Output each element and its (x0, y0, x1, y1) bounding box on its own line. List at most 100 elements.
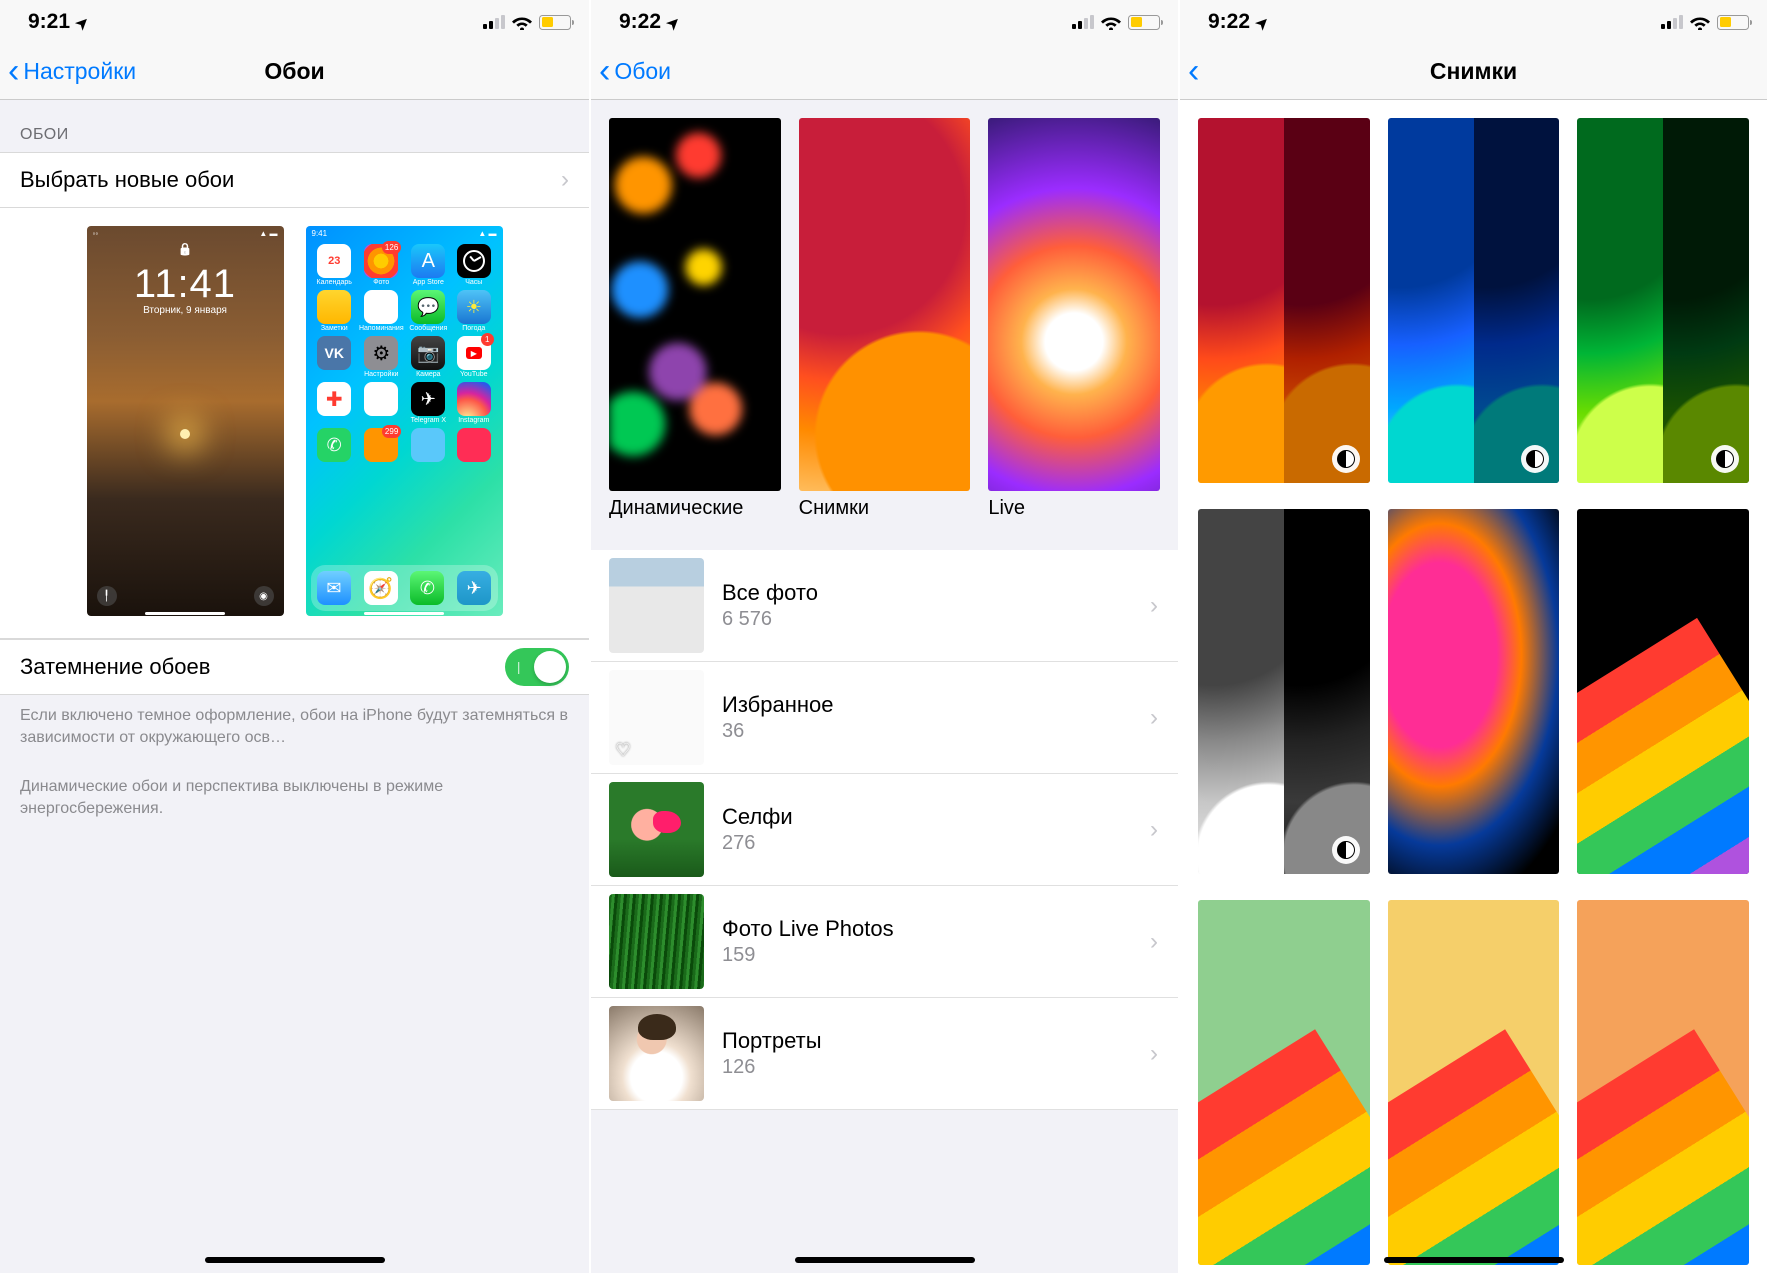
chevron-right-icon: › (1150, 928, 1158, 956)
battery-icon (539, 15, 571, 30)
album-thumb (609, 670, 704, 765)
album-count: 36 (722, 720, 834, 743)
dim-toggle[interactable]: | (505, 648, 569, 686)
category-dynamic[interactable]: Динамические (609, 118, 781, 520)
chevron-left-icon: ‹ (1188, 63, 1199, 80)
status-bar: 9:22 (1180, 0, 1767, 44)
album-live-photos[interactable]: Фото Live Photos 159 › (591, 886, 1178, 998)
chevron-left-icon: ‹ (599, 63, 610, 80)
lock-date: Вторник, 9 января (87, 305, 284, 316)
album-selfies[interactable]: Селфи 276 › (591, 774, 1178, 886)
chevron-right-icon: › (561, 166, 569, 194)
nav-bar: ‹ Обои (591, 44, 1178, 100)
album-title: Фото Live Photos (722, 916, 894, 942)
battery-icon (1128, 15, 1160, 30)
scroll-content[interactable]: ОБОИ Выбрать новые обои › ◦◦▲ ▬ 11:41 Вт… (0, 100, 589, 1273)
album-all-photos[interactable]: Все фото 6 576 › (591, 550, 1178, 662)
category-thumb (988, 118, 1160, 491)
settings-wallpaper-screen: 9:21 ‹ Настройки Обои ОБОИ Выбрать новые… (0, 0, 589, 1273)
home-indicator[interactable] (205, 1257, 385, 1263)
chevron-right-icon: › (1150, 816, 1158, 844)
location-icon (1256, 10, 1269, 34)
wallpaper-item[interactable] (1577, 509, 1749, 874)
chevron-right-icon: › (1150, 592, 1158, 620)
lockscreen-preview[interactable]: ◦◦▲ ▬ 11:41 Вторник, 9 января ╿ ◉ (87, 226, 284, 616)
lock-time: 11:41 (87, 262, 284, 307)
back-button[interactable]: ‹ (1180, 63, 1201, 80)
home-indicator[interactable] (1384, 1257, 1564, 1263)
homescreen-preview[interactable]: 9:41▲ ▬ 23Календарь 126Фото AApp Store Ч… (306, 226, 503, 616)
back-button[interactable]: ‹ Обои (591, 58, 671, 85)
album-count: 126 (722, 1056, 822, 1079)
category-live[interactable]: Live (988, 118, 1160, 520)
album-count: 6 576 (722, 608, 818, 631)
location-icon (667, 10, 680, 34)
status-time: 9:21 (28, 10, 70, 34)
album-title: Портреты (722, 1028, 822, 1054)
dim-wallpaper-row: Затемнение обоев | (0, 639, 589, 695)
album-thumb (609, 558, 704, 653)
chevron-right-icon: › (1150, 704, 1158, 732)
category-label: Динамические (609, 497, 781, 520)
album-count: 159 (722, 944, 894, 967)
cell-label: Затемнение обоев (20, 654, 210, 680)
back-label: Настройки (23, 58, 136, 85)
category-thumb (799, 118, 971, 491)
back-label: Обои (614, 58, 671, 85)
status-bar: 9:22 (591, 0, 1178, 44)
nav-bar: ‹ Настройки Обои (0, 44, 589, 100)
category-stills[interactable]: Снимки (799, 118, 971, 520)
battery-icon (1717, 15, 1749, 30)
status-time: 9:22 (1208, 10, 1250, 34)
wallpaper-grid[interactable] (1180, 100, 1767, 1273)
wifi-icon (512, 14, 532, 30)
album-title: Избранное (722, 692, 834, 718)
status-time: 9:22 (619, 10, 661, 34)
wallpaper-item[interactable] (1577, 118, 1749, 483)
lock-icon (87, 240, 284, 258)
category-label: Снимки (799, 497, 971, 520)
wallpaper-previews: ◦◦▲ ▬ 11:41 Вторник, 9 января ╿ ◉ 9:41▲ … (0, 208, 589, 639)
album-thumb (609, 782, 704, 877)
scroll-content[interactable]: Динамические Снимки Live Все фото 6 576 … (591, 100, 1178, 1273)
footer-text-1: Если включено темное оформление, обои на… (0, 695, 589, 748)
wallpaper-item[interactable] (1388, 900, 1560, 1265)
nav-bar: ‹ Снимки (1180, 44, 1767, 100)
album-thumb (609, 894, 704, 989)
wallpaper-item[interactable] (1388, 509, 1560, 874)
category-label: Live (988, 497, 1160, 520)
wallpaper-item[interactable] (1198, 509, 1370, 874)
home-indicator[interactable] (795, 1257, 975, 1263)
wallpaper-item[interactable] (1577, 900, 1749, 1265)
wifi-icon (1101, 14, 1121, 30)
section-header: ОБОИ (0, 100, 589, 152)
footer-text-2: Динамические обои и перспектива выключен… (0, 748, 589, 819)
status-bar: 9:21 (0, 0, 589, 44)
stills-grid-screen: 9:22 ‹ Снимки (1178, 0, 1767, 1273)
wifi-icon (1690, 14, 1710, 30)
back-button[interactable]: ‹ Настройки (0, 58, 136, 85)
category-thumb (609, 118, 781, 491)
chevron-left-icon: ‹ (8, 63, 19, 80)
choose-wallpaper-row[interactable]: Выбрать новые обои › (0, 152, 589, 208)
appearance-icon (1332, 445, 1360, 473)
album-thumb (609, 1006, 704, 1101)
cellular-icon (1072, 15, 1094, 29)
cellular-icon (1661, 15, 1683, 29)
wallpaper-item[interactable] (1198, 118, 1370, 483)
cell-label: Выбрать новые обои (20, 167, 234, 193)
location-icon (76, 10, 89, 34)
album-portraits[interactable]: Портреты 126 › (591, 998, 1178, 1110)
album-favorites[interactable]: Избранное 36 › (591, 662, 1178, 774)
camera-icon: ◉ (254, 586, 274, 606)
cellular-icon (483, 15, 505, 29)
album-count: 276 (722, 832, 793, 855)
wallpaper-categories: Динамические Снимки Live (591, 100, 1178, 528)
appearance-icon (1332, 836, 1360, 864)
chevron-right-icon: › (1150, 1040, 1158, 1068)
wallpaper-item[interactable] (1198, 900, 1370, 1265)
choose-wallpaper-screen: 9:22 ‹ Обои Динамические Снимки (589, 0, 1178, 1273)
wallpaper-item[interactable] (1388, 118, 1560, 483)
nav-title: Снимки (1180, 58, 1767, 85)
album-title: Все фото (722, 580, 818, 606)
